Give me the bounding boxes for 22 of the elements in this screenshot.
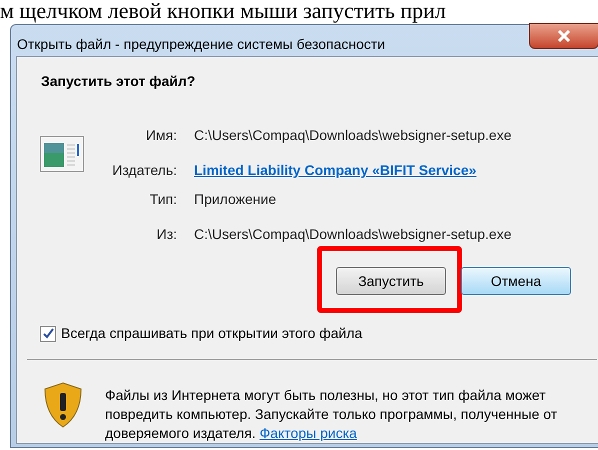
close-icon bbox=[557, 30, 571, 42]
program-icon bbox=[40, 136, 84, 172]
field-value: C:\Users\Compaq\Downloads\websigner-setup.exe bbox=[194, 225, 512, 244]
field-label: Из: bbox=[156, 225, 177, 244]
dialog-heading: Запустить этот файл? bbox=[41, 72, 196, 91]
document-text: м щелчком левой кнопки мыши запустить прил bbox=[0, 0, 446, 23]
check-icon bbox=[42, 328, 54, 339]
risk-factors-link[interactable]: Факторы риска bbox=[260, 425, 357, 441]
warning-text: Файлы из Интернета могут быть полезны, но этот тип файла может повредить компьютер. Запускайте только программы, полученные от доверяемого издателя. Факторы риска bbox=[105, 386, 558, 443]
warning-shield-icon bbox=[43, 382, 83, 428]
cancel-button[interactable]: Отмена bbox=[461, 267, 571, 295]
field-label: Имя: bbox=[144, 126, 177, 145]
field-value: C:\Users\Compaq\Downloads\websigner-setup.exe bbox=[194, 126, 512, 145]
field-value: Приложение bbox=[194, 190, 278, 209]
checkbox[interactable] bbox=[40, 326, 56, 342]
run-button[interactable]: Запустить bbox=[336, 267, 446, 295]
publisher-link[interactable]: Limited Liability Company «BIFIT Service» bbox=[194, 160, 512, 181]
close-button[interactable] bbox=[529, 23, 598, 49]
checkbox-label: Всегда спрашивать при открытии этого файла bbox=[61, 324, 362, 343]
field-label: Издатель: bbox=[111, 161, 177, 180]
window-title: Открыть файл - предупреждение системы безопасности bbox=[17, 34, 386, 54]
field-label: Тип: bbox=[148, 190, 177, 209]
